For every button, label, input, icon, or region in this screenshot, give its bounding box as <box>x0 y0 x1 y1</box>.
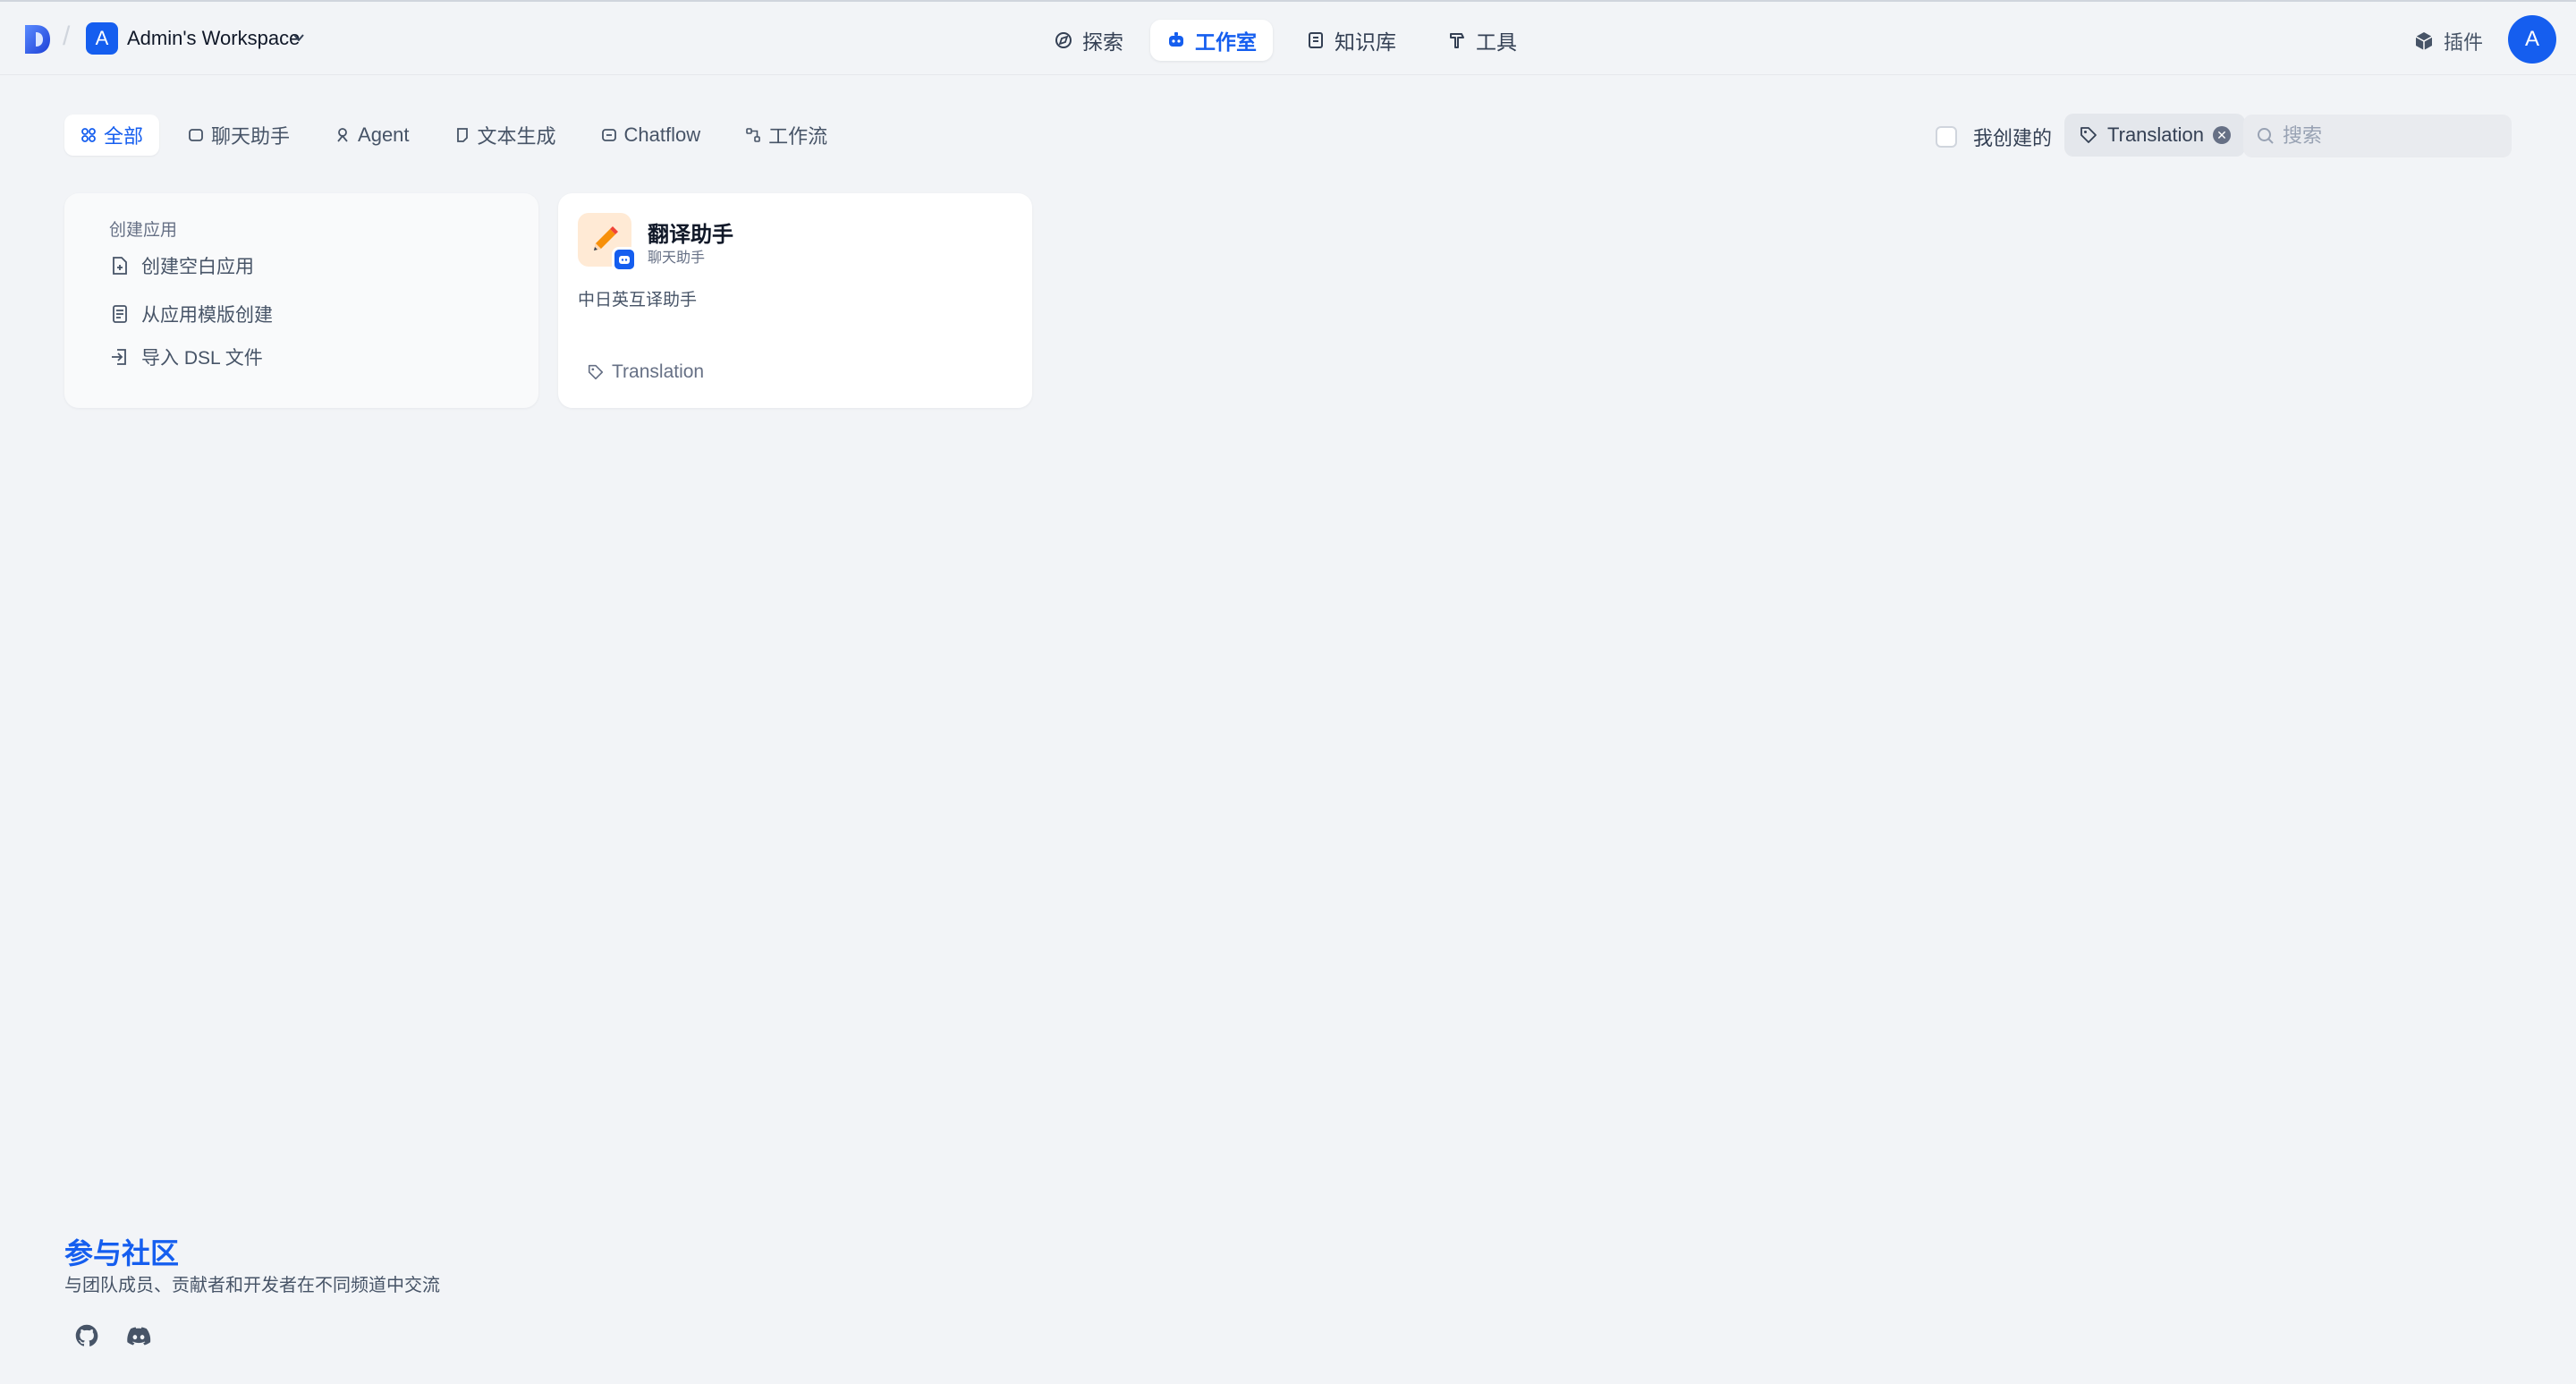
tab-label: 全部 <box>104 125 144 148</box>
nav-label: 工作室 <box>1195 30 1257 54</box>
tab-label: 聊天助手 <box>211 125 291 148</box>
agent-icon <box>337 128 348 142</box>
chatbot-badge-icon <box>612 247 637 272</box>
created-by-me-label: 我创建的 <box>1973 127 2053 149</box>
nav-label: 知识库 <box>1335 30 1396 54</box>
dify-logo-icon[interactable] <box>23 23 54 55</box>
grid-icon <box>81 128 96 142</box>
create-from-template-button[interactable]: 从应用模版创建 <box>109 301 273 327</box>
import-icon <box>112 349 126 365</box>
community-title: 参与社区 <box>64 1237 180 1269</box>
chatflow-icon <box>601 129 616 141</box>
hammer-icon <box>1450 33 1464 48</box>
app-card[interactable]: 翻译助手 聊天助手 中日英互译助手 Translation <box>558 193 1032 408</box>
tab-agent[interactable]: Agent <box>318 115 426 156</box>
app-description: 中日英互译助手 <box>578 291 698 310</box>
template-icon <box>113 305 127 323</box>
compass-icon <box>1055 32 1072 48</box>
tab-label: 文本生成 <box>477 125 556 148</box>
created-by-me-checkbox[interactable] <box>1936 126 1957 148</box>
discord-link[interactable] <box>116 1315 161 1356</box>
app-tag-label: Translation <box>612 361 705 382</box>
tag-icon <box>588 364 604 380</box>
search-input[interactable] <box>2283 124 2497 148</box>
app-type: 聊天助手 <box>648 250 706 266</box>
robot-icon <box>1169 32 1183 47</box>
breadcrumb-separator: / <box>63 21 71 51</box>
tag-filter-label: Translation <box>2107 123 2205 146</box>
app-type-tabs: 全部 聊天助手 Agent 文本生成 Chatflow 工作流 <box>64 115 843 156</box>
workspace-name[interactable]: Admin's Workspace <box>127 27 300 50</box>
plugins-button[interactable]: 插件 <box>2413 27 2483 55</box>
tab-label: Chatflow <box>623 123 701 146</box>
create-item-label: 创建空白应用 <box>141 257 254 277</box>
workspace-avatar[interactable]: A <box>86 22 118 55</box>
tab-all[interactable]: 全部 <box>64 115 160 156</box>
top-bar: / A Admin's Workspace 探索 工作室 知识库 工具 插件 A <box>0 0 2576 75</box>
tab-chatbot[interactable]: 聊天助手 <box>172 115 306 156</box>
chat-icon <box>189 129 203 141</box>
create-blank-app-button[interactable]: 创建空白应用 <box>109 252 254 279</box>
nav-knowledge[interactable]: 知识库 <box>1290 20 1412 61</box>
plugins-label: 插件 <box>2444 31 2484 54</box>
tab-chatflow[interactable]: Chatflow <box>585 115 717 156</box>
user-avatar[interactable]: A <box>2508 15 2556 64</box>
create-app-title: 创建应用 <box>109 221 178 240</box>
app-tag[interactable]: Translation <box>587 361 704 383</box>
nav-studio[interactable]: 工作室 <box>1150 20 1273 61</box>
app-name: 翻译助手 <box>648 223 733 247</box>
chevron-down-icon[interactable] <box>292 30 306 45</box>
created-by-me-filter[interactable]: 我创建的 <box>1936 123 2052 151</box>
book-icon <box>1309 32 1323 48</box>
nav-label: 探索 <box>1082 30 1123 54</box>
document-icon <box>456 128 468 142</box>
search-icon <box>2258 128 2274 144</box>
file-plus-icon <box>113 257 127 275</box>
tag-icon <box>2080 127 2097 143</box>
create-item-label: 从应用模版创建 <box>141 305 273 326</box>
github-link[interactable] <box>64 1315 109 1356</box>
tag-filter[interactable]: Translation ✕ <box>2064 114 2246 157</box>
discord-icon <box>127 1327 151 1346</box>
tab-label: 工作流 <box>768 125 828 148</box>
nav-tools[interactable]: 工具 <box>1431 20 1533 61</box>
tab-text-generation[interactable]: 文本生成 <box>438 115 572 156</box>
tab-workflow[interactable]: 工作流 <box>729 115 843 156</box>
import-dsl-button[interactable]: 导入 DSL 文件 <box>109 344 263 370</box>
github-icon <box>75 1324 98 1346</box>
search-box[interactable] <box>2243 115 2512 157</box>
tab-label: Agent <box>358 123 410 146</box>
nav-label: 工具 <box>1476 30 1517 54</box>
cube-icon <box>2415 32 2433 50</box>
nav-explore[interactable]: 探索 <box>1038 20 1140 61</box>
create-app-card: 创建应用 创建空白应用 从应用模版创建 导入 DSL 文件 <box>64 193 538 408</box>
community-description: 与团队成员、贡献者和开发者在不同频道中交流 <box>64 1276 440 1295</box>
create-item-label: 导入 DSL 文件 <box>141 348 263 369</box>
clear-tag-icon[interactable]: ✕ <box>2213 126 2232 144</box>
workflow-icon <box>746 128 760 142</box>
